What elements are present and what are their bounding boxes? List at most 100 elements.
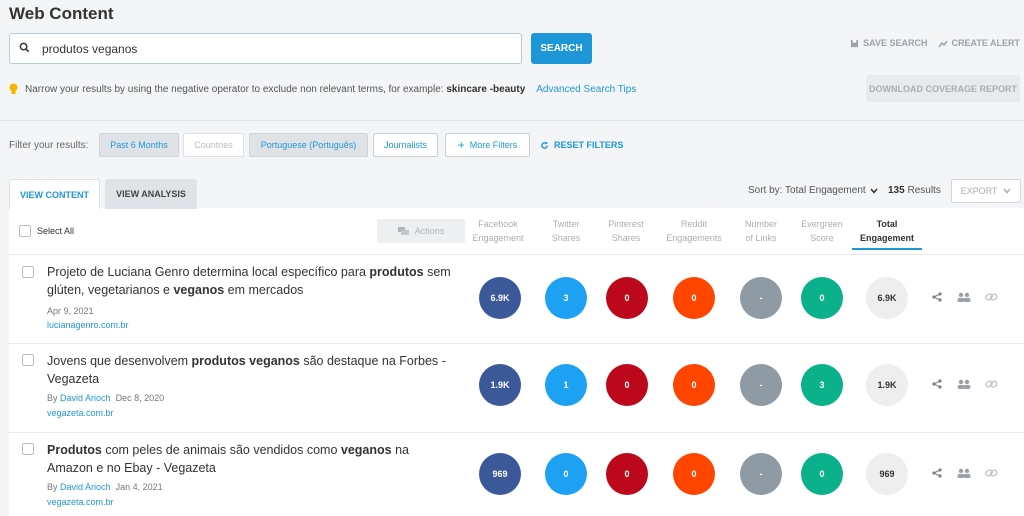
col-evergreen-score[interactable]: Evergreen Score — [787, 217, 857, 245]
reset-filters-button[interactable]: RESET FILTERS — [540, 140, 623, 150]
people-icon[interactable] — [957, 379, 971, 392]
article-title-link[interactable]: Produtos com peles de animais são vendid… — [47, 441, 457, 477]
article-title-link[interactable]: Jovens que desenvolvem produtos veganos … — [47, 352, 457, 388]
share-icon[interactable] — [932, 292, 942, 305]
link-icon[interactable] — [985, 379, 998, 392]
reddit-engagements-value: 0 — [673, 364, 715, 406]
share-icon[interactable] — [932, 468, 942, 481]
col-pinterest-shares[interactable]: Pinterest Shares — [591, 217, 661, 245]
col-reddit-engagements[interactable]: Reddit Engagements — [659, 217, 729, 245]
row-checkbox[interactable] — [22, 443, 34, 455]
number-of-links-value: - — [740, 277, 782, 319]
comment-icon — [397, 226, 409, 235]
twitter-shares-value: 0 — [545, 453, 587, 495]
evergreen-score-value: 0 — [801, 277, 843, 319]
author-link[interactable]: David Arioch — [60, 393, 111, 403]
twitter-shares-value: 3 — [545, 277, 587, 319]
col-line2: Shares — [551, 233, 581, 243]
filter-language[interactable]: Portuguese (Português) — [249, 133, 368, 157]
col-line2: Engagement — [472, 233, 524, 243]
col-line1: Total — [876, 219, 898, 229]
actions-button[interactable]: Actions — [377, 219, 465, 243]
search-button[interactable]: SEARCH — [531, 33, 592, 64]
col-line2: Shares — [611, 233, 641, 243]
search-box[interactable] — [9, 33, 522, 64]
title-text: com peles de animais são vendidos como — [101, 443, 341, 457]
plus-icon: + — [457, 138, 465, 152]
facebook-engagement-value: 969 — [479, 453, 521, 495]
save-search-button[interactable]: SAVE SEARCH — [850, 38, 928, 48]
save-icon — [851, 39, 859, 47]
author-link[interactable]: David Arioch — [60, 482, 111, 492]
col-line1: Reddit — [680, 219, 707, 229]
reset-filters-label: RESET FILTERS — [554, 140, 624, 150]
top-actions: SAVE SEARCH CREATE ALERT — [850, 38, 1020, 48]
article-date: Jan 4, 2021 — [115, 482, 163, 492]
results-number: 135 — [888, 185, 905, 196]
facebook-engagement-value: 1.9K — [479, 364, 521, 406]
col-line1: Facebook — [478, 219, 518, 229]
col-line1: Evergreen — [801, 219, 843, 229]
share-icon[interactable] — [932, 379, 942, 392]
title-highlight: veganos — [173, 283, 225, 297]
search-icon — [10, 40, 38, 58]
more-filters-button[interactable]: + More Filters — [445, 133, 530, 157]
total-engagement-value: 1.9K — [866, 364, 908, 406]
article-domain[interactable]: vegazeta.com.br — [47, 408, 114, 418]
article-domain[interactable]: vegazeta.com.br — [47, 497, 114, 507]
row-checkbox[interactable] — [22, 266, 34, 278]
article-title-link[interactable]: Projeto de Luciana Genro determina local… — [47, 263, 457, 299]
filter-past-6-months[interactable]: Past 6 Months — [99, 133, 179, 157]
col-facebook-engagement[interactable]: Facebook Engagement — [463, 217, 533, 245]
title-highlight: produtos — [369, 265, 424, 279]
tab-view-analysis[interactable]: VIEW ANALYSIS — [105, 179, 197, 209]
filter-countries[interactable]: Countries — [183, 133, 244, 157]
col-line2: of Links — [745, 233, 777, 243]
twitter-shares-value: 1 — [545, 364, 587, 406]
facebook-engagement-value: 6.9K — [479, 277, 521, 319]
results-count: 135 Results — [888, 185, 941, 196]
link-icon[interactable] — [985, 292, 998, 305]
pinterest-shares-value: 0 — [606, 453, 648, 495]
total-engagement-value: 969 — [866, 453, 908, 495]
select-all-checkbox[interactable] — [19, 225, 31, 237]
number-of-links-value: - — [740, 453, 782, 495]
chevron-down-icon — [1003, 188, 1011, 194]
download-coverage-report-button[interactable]: DOWNLOAD COVERAGE REPORT — [866, 75, 1020, 102]
create-alert-label: CREATE ALERT — [951, 38, 1021, 48]
col-number-of-links[interactable]: Number of Links — [726, 217, 796, 245]
search-input[interactable] — [38, 41, 498, 56]
advanced-search-tips-link[interactable]: Advanced Search Tips — [536, 84, 636, 95]
export-dropdown[interactable]: EXPORT — [951, 179, 1021, 203]
search-tip: Narrow your results by using the negativ… — [9, 83, 636, 95]
tab-view-content[interactable]: VIEW CONTENT — [9, 179, 100, 209]
filter-journalists[interactable]: Journalists — [373, 133, 438, 157]
row-divider — [9, 343, 1024, 344]
more-filters-label: More Filters — [469, 140, 518, 150]
pinterest-shares-value: 0 — [606, 277, 648, 319]
divider — [0, 120, 1024, 121]
chevron-down-icon — [870, 188, 878, 194]
link-icon[interactable] — [985, 468, 998, 481]
sort-dropdown[interactable]: Sort by: Total Engagement — [748, 185, 878, 196]
lightbulb-icon — [9, 83, 18, 94]
row-checkbox[interactable] — [22, 354, 34, 366]
evergreen-score-value: 3 — [801, 364, 843, 406]
actions-label: Actions — [414, 226, 445, 236]
title-highlight: veganos — [340, 443, 392, 457]
title-text: Projeto de Luciana Genro determina local… — [47, 265, 370, 279]
article-date: Apr 9, 2021 — [47, 306, 94, 316]
sort-label: Sort by: Total Engagement — [748, 185, 866, 196]
article-meta: By David Arioch Dec 8, 2020 — [47, 393, 164, 403]
row-divider — [9, 254, 1024, 255]
people-icon[interactable] — [957, 468, 971, 481]
col-line2: Engagements — [666, 233, 722, 243]
article-domain[interactable]: lucianagenro.com.br — [47, 320, 129, 330]
select-all-label: Select All — [37, 226, 75, 236]
create-alert-button[interactable]: CREATE ALERT — [937, 38, 1021, 48]
col-total-engagement[interactable]: Total Engagement — [852, 217, 922, 250]
results-label: Results — [907, 185, 941, 196]
people-icon[interactable] — [957, 292, 971, 305]
filter-label: Filter your results: — [9, 140, 89, 151]
article-date: Dec 8, 2020 — [115, 393, 165, 403]
